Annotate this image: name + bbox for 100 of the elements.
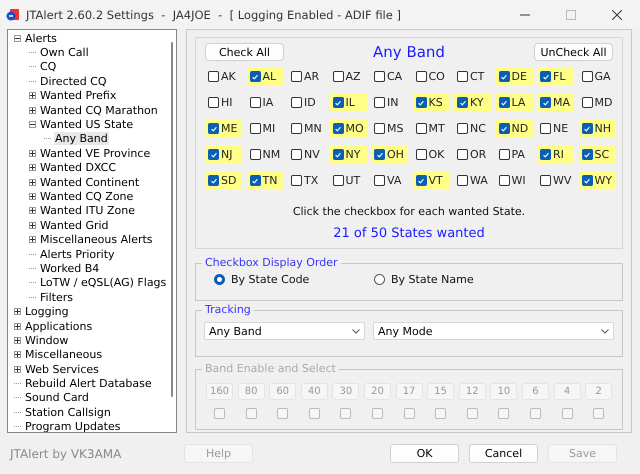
check-all-button[interactable]: Check All [205,43,284,61]
tree-item[interactable]: Web Services [24,362,100,376]
checkbox[interactable] [332,149,344,160]
band-dropdown[interactable]: Any Band [204,322,365,340]
checkbox[interactable] [582,149,592,160]
checkbox[interactable] [457,149,468,160]
tree-item[interactable]: Worked B4 [39,262,100,275]
tree-item[interactable]: Wanted Prefix [39,89,118,102]
tree-item[interactable]: Filters [39,290,74,304]
tree-item[interactable]: Wanted CQ Marathon [39,104,159,117]
expand-icon[interactable] [14,366,21,373]
checkbox[interactable] [416,71,426,82]
checkbox[interactable] [291,123,302,134]
checkbox[interactable] [374,97,385,108]
expand-icon[interactable] [14,351,21,358]
checkbox[interactable] [498,71,510,82]
checkbox[interactable] [498,175,510,186]
expand-icon[interactable] [14,308,21,316]
checkbox[interactable] [582,175,592,186]
expand-icon[interactable] [29,92,36,100]
checkbox[interactable] [416,149,426,160]
checkbox[interactable] [332,123,344,134]
tree-item[interactable]: Wanted DXCC [39,161,118,174]
checkbox[interactable] [291,71,302,82]
tree-item[interactable]: Wanted Grid [39,218,110,232]
tree-item[interactable]: Any Band [54,132,109,146]
checkbox[interactable] [540,97,551,108]
tree-item[interactable]: Miscellaneous Alerts [39,233,154,246]
checkbox[interactable] [250,175,260,186]
collapse-icon[interactable] [29,121,36,128]
expand-icon[interactable] [14,336,21,344]
checkbox[interactable] [208,123,219,134]
checkbox[interactable] [291,149,302,160]
expand-icon[interactable] [29,222,36,229]
expand-icon[interactable] [29,236,36,244]
tree-item[interactable]: Miscellaneous [24,348,104,362]
checkbox[interactable] [250,71,260,82]
expand-icon[interactable] [29,150,36,157]
radio-button[interactable] [214,274,225,285]
checkbox[interactable] [540,123,551,134]
uncheck-all-button[interactable]: UnCheck All [534,43,613,61]
checkbox[interactable] [457,175,468,186]
tree-item[interactable]: Alerts [24,32,58,45]
expand-icon[interactable] [29,106,36,114]
checkbox[interactable] [332,71,344,82]
checkbox[interactable] [250,123,260,134]
tree-item[interactable]: Station Callsign [24,406,112,419]
collapse-icon[interactable] [14,34,21,42]
tree-item[interactable]: Applications [24,320,94,332]
tree-item[interactable]: Wanted ITU Zone [39,204,136,218]
checkbox[interactable] [498,149,510,160]
checkbox[interactable] [582,123,592,134]
checkbox[interactable] [374,71,385,82]
checkbox[interactable] [208,149,219,160]
tree-item[interactable]: Logging [24,305,70,318]
checkbox[interactable] [374,175,385,186]
checkbox[interactable] [208,97,219,108]
checkbox[interactable] [291,175,302,186]
checkbox[interactable] [457,71,468,82]
checkbox[interactable] [457,97,468,108]
mode-dropdown[interactable]: Any Mode [373,322,614,340]
tree-item[interactable]: LoTW / eQSL(AG) Flags [39,276,168,290]
checkbox[interactable] [332,175,344,186]
dialog-button[interactable]: Cancel [469,444,538,463]
checkbox[interactable] [582,97,592,108]
checkbox[interactable] [250,97,260,108]
dialog-button[interactable]: OK [390,444,459,463]
checkbox[interactable] [540,71,551,82]
tree-item[interactable]: Own Call [39,46,90,60]
expand-icon[interactable] [14,322,21,330]
tree-item[interactable]: CQ [39,60,58,74]
checkbox[interactable] [498,123,510,134]
checkbox[interactable] [540,175,551,186]
tree-item[interactable]: Wanted CQ Zone [39,190,134,203]
checkbox[interactable] [208,71,219,82]
checkbox[interactable] [416,175,426,186]
checkbox[interactable] [416,97,426,108]
checkbox[interactable] [457,123,468,134]
checkbox[interactable] [291,97,302,108]
checkbox[interactable] [498,97,510,108]
checkbox[interactable] [582,71,592,82]
expand-icon[interactable] [29,192,36,200]
tree-item[interactable]: Rebuild Alert Database [24,377,153,390]
checkbox[interactable] [332,97,344,108]
checkbox[interactable] [374,123,385,134]
checkbox[interactable] [374,149,385,160]
scrollbar[interactable] [171,42,173,397]
tree-item[interactable]: Wanted VE Province [39,146,152,160]
tree-item[interactable]: Wanted Continent [39,176,140,189]
expand-icon[interactable] [29,164,36,172]
checkbox[interactable] [250,149,260,160]
tree-item[interactable]: Alerts Priority [39,248,116,261]
tree-item[interactable]: Wanted US State [39,118,134,132]
expand-icon[interactable] [29,207,36,214]
checkbox[interactable] [416,123,426,134]
checkbox[interactable] [208,175,219,186]
close-icon[interactable] [612,10,622,20]
tree-item[interactable]: Directed CQ [39,74,108,88]
expand-icon[interactable] [29,178,36,186]
radio-button[interactable] [374,274,385,285]
